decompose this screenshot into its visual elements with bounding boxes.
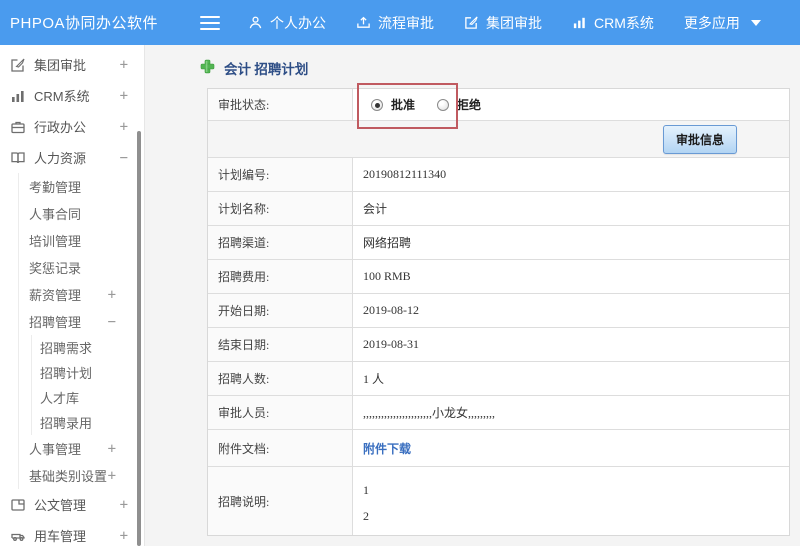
sidebar-item-hr-contract[interactable]: 人事合同 xyxy=(19,200,144,227)
nav-more-apps[interactable]: 更多应用 xyxy=(684,13,761,33)
expand-toggle[interactable]: + xyxy=(108,468,116,484)
bar-chart-icon xyxy=(572,15,587,30)
sidebar-item-crm[interactable]: CRM系统 + xyxy=(0,80,144,111)
vehicle-icon xyxy=(10,528,26,544)
attachment-download-link[interactable]: 附件下载 xyxy=(363,440,411,457)
sidebar: 集团审批 + CRM系统 + 行政办公 + 人力资源 − 考勤管理 人事合同 培… xyxy=(0,45,145,546)
approval-status-row: 审批状态: 批准 拒绝 xyxy=(208,89,789,121)
recruit-plan-detail-table: 审批状态: 批准 拒绝 审批信息 计划编号: 20190812111340 计划… xyxy=(207,83,790,536)
sidebar-item-salary[interactable]: 薪资管理 + xyxy=(19,281,144,308)
radio-reject-label: 拒绝 xyxy=(457,98,482,112)
main-content: 会计 招聘计划 审批状态: 批准 拒绝 审批信息 计划编号: 201908121… xyxy=(145,45,800,546)
hamburger-menu-icon[interactable] xyxy=(200,15,220,30)
field-row-plan-number: 计划编号: 20190812111340 xyxy=(208,158,789,192)
radio-approve[interactable] xyxy=(371,98,383,111)
field-value: 2019-08-31 xyxy=(353,328,789,361)
sidebar-item-group-approval[interactable]: 集团审批 + xyxy=(0,49,144,80)
field-value: 20190812111340 xyxy=(353,158,789,191)
field-row-approvers: 审批人员: ,,,,,,,,,,,,,,,,,,,,,,,小龙女,,,,,,,,… xyxy=(208,396,789,430)
recruit-submenu: 招聘需求 招聘计划 人才库 招聘录用 xyxy=(31,335,144,435)
field-row-start-date: 开始日期: 2019-08-12 xyxy=(208,294,789,328)
sidebar-item-base-category[interactable]: 基础类别设置 + xyxy=(19,462,144,489)
field-row-attachment: 附件文档: 附件下载 xyxy=(208,430,789,467)
field-value: 网络招聘 xyxy=(353,226,789,259)
expand-toggle[interactable]: + xyxy=(108,441,116,457)
sidebar-item-hr[interactable]: 人力资源 − xyxy=(0,142,144,173)
edit-square-icon xyxy=(10,57,26,73)
description-line: 2 xyxy=(363,509,369,523)
sidebar-item-talent-pool[interactable]: 人才库 xyxy=(32,385,144,410)
field-label: 开始日期: xyxy=(208,294,353,327)
field-label: 招聘说明: xyxy=(208,467,353,535)
top-bar: PHPOA协同办公软件 个人办公 流程审批 集团审批 CRM系统 更多应用 xyxy=(0,0,800,45)
briefcase-icon xyxy=(10,119,26,135)
sidebar-item-rewards[interactable]: 奖惩记录 xyxy=(19,254,144,281)
field-label: 审批人员: xyxy=(208,396,353,429)
hr-submenu: 考勤管理 人事合同 培训管理 奖惩记录 薪资管理 + 招聘管理 − 招聘需求 招… xyxy=(18,173,144,489)
sidebar-item-attendance[interactable]: 考勤管理 xyxy=(19,173,144,200)
field-label: 计划编号: xyxy=(208,158,353,191)
sidebar-item-recruit-plan[interactable]: 招聘计划 xyxy=(32,360,144,385)
page-title: 会计 招聘计划 xyxy=(200,58,800,78)
field-label: 招聘人数: xyxy=(208,362,353,395)
sidebar-scrollbar[interactable] xyxy=(137,131,141,546)
field-label: 招聘渠道: xyxy=(208,226,353,259)
sidebar-item-personnel-mgmt[interactable]: 人事管理 + xyxy=(19,435,144,462)
sidebar-item-recruit-demand[interactable]: 招聘需求 xyxy=(32,335,144,360)
book-icon xyxy=(10,150,26,166)
nav-group-approval[interactable]: 集团审批 xyxy=(464,13,542,33)
sidebar-item-recruit-mgmt[interactable]: 招聘管理 − xyxy=(19,308,144,335)
field-row-description: 招聘说明: 1 2 xyxy=(208,467,789,535)
collapse-toggle[interactable]: − xyxy=(120,150,128,166)
approval-button-row: 审批信息 xyxy=(208,121,789,158)
approval-radio-group: 批准 拒绝 xyxy=(363,96,495,113)
field-row-end-date: 结束日期: 2019-08-31 xyxy=(208,328,789,362)
field-label: 结束日期: xyxy=(208,328,353,361)
description-line: 1 xyxy=(363,483,369,497)
radio-approve-label: 批准 xyxy=(391,98,416,112)
sidebar-item-documents[interactable]: 公文管理 + xyxy=(0,489,144,520)
edit-square-icon xyxy=(464,15,479,30)
radio-reject[interactable] xyxy=(437,98,450,111)
collapse-toggle[interactable]: − xyxy=(108,314,116,330)
app-title: PHPOA协同办公软件 xyxy=(10,15,159,32)
process-icon xyxy=(356,15,371,30)
expand-toggle[interactable]: + xyxy=(108,287,116,303)
field-label: 计划名称: xyxy=(208,192,353,225)
expand-toggle[interactable]: + xyxy=(120,88,128,104)
bar-chart-icon xyxy=(10,88,26,104)
approval-info-button[interactable]: 审批信息 xyxy=(662,124,737,154)
field-row-plan-name: 计划名称: 会计 xyxy=(208,192,789,226)
field-value: 100 RMB xyxy=(353,260,789,293)
field-value: 会计 xyxy=(353,192,789,225)
caret-down-icon xyxy=(750,19,761,26)
field-value: 2019-08-12 xyxy=(353,294,789,327)
sidebar-item-vehicle[interactable]: 用车管理 + xyxy=(0,520,144,546)
plus-icon xyxy=(200,59,215,78)
expand-toggle[interactable]: + xyxy=(120,528,128,544)
document-icon xyxy=(10,497,26,513)
nav-personal-office[interactable]: 个人办公 xyxy=(248,13,326,33)
nav-crm-system[interactable]: CRM系统 xyxy=(572,13,654,33)
field-value: ,,,,,,,,,,,,,,,,,,,,,,,小龙女,,,,,,,,, xyxy=(353,396,789,429)
field-row-channel: 招聘渠道: 网络招聘 xyxy=(208,226,789,260)
field-label: 招聘费用: xyxy=(208,260,353,293)
sidebar-item-admin-office[interactable]: 行政办公 + xyxy=(0,111,144,142)
nav-process-approval[interactable]: 流程审批 xyxy=(356,13,434,33)
expand-toggle[interactable]: + xyxy=(120,497,128,513)
user-icon xyxy=(248,15,263,30)
field-value: 1 人 xyxy=(353,362,789,395)
field-row-headcount: 招聘人数: 1 人 xyxy=(208,362,789,396)
field-label: 附件文档: xyxy=(208,430,353,466)
expand-toggle[interactable]: + xyxy=(120,57,128,73)
sidebar-item-recruit-hire[interactable]: 招聘录用 xyxy=(32,410,144,435)
top-navigation: 个人办公 流程审批 集团审批 CRM系统 更多应用 xyxy=(248,13,791,33)
sidebar-item-training[interactable]: 培训管理 xyxy=(19,227,144,254)
field-label: 审批状态: xyxy=(208,89,353,120)
field-row-cost: 招聘费用: 100 RMB xyxy=(208,260,789,294)
expand-toggle[interactable]: + xyxy=(120,119,128,135)
